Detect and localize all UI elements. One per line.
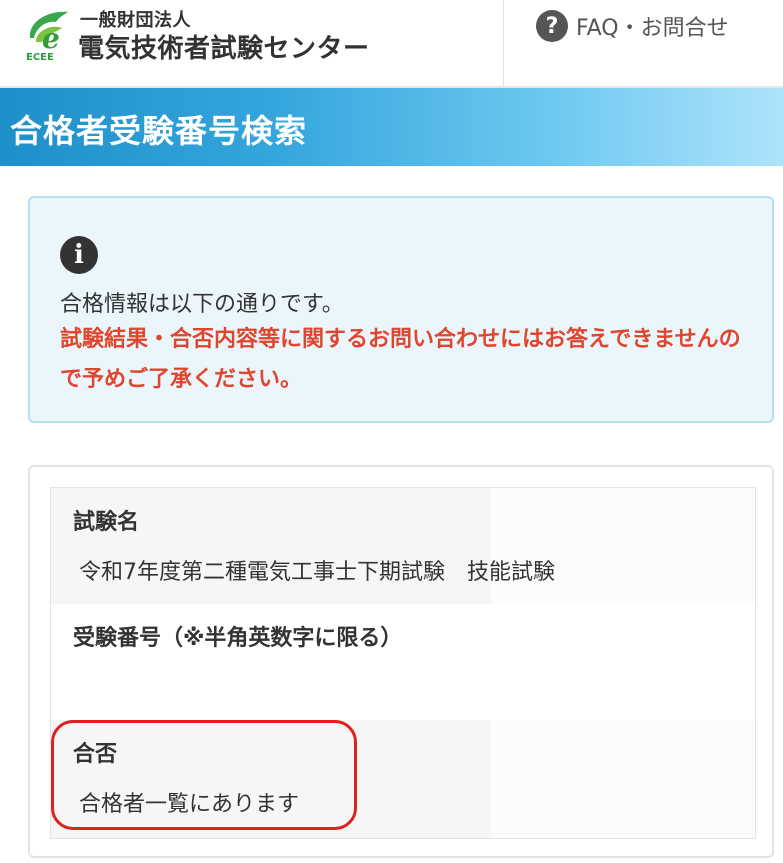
page-title: 合格者受験番号検索 (10, 112, 308, 150)
ecee-logo[interactable]: e ECEE (22, 8, 74, 63)
exam-name-label: 試験名 (73, 510, 140, 535)
question-circle-icon: ? (536, 10, 568, 42)
warning-message: 試験結果・合否内容等に関するお問い合わせにはお答えできませんので予めご了承くださ… (60, 327, 741, 392)
logo-letter: e (42, 22, 60, 55)
logo-text: ECEE (26, 52, 54, 62)
info-message: 合格情報は以下の通りです。 (60, 292, 344, 317)
org-name: 電気技術者試験センター (78, 34, 370, 64)
result-highlight-annotation (51, 720, 357, 830)
exam-name-value: 令和7年度第二種電気工事士下期試験 技能試験 (79, 560, 555, 585)
info-circle-icon: i (60, 236, 98, 274)
faq-contact-label: FAQ・お問合せ (576, 16, 729, 41)
exam-number-label: 受験番号（※半角英数字に限る） (73, 626, 403, 651)
faq-contact-link[interactable]: ? FAQ・お問合せ (536, 8, 729, 44)
nav-separator (503, 0, 504, 88)
exam-number-field: 受験番号（※半角英数字に限る） (51, 604, 755, 720)
page-title-bar: 合格者受験番号検索 (0, 88, 783, 166)
info-alert: i 合格情報は以下の通りです。 試験結果・合否内容等に関するお問い合わせにはお答… (28, 196, 774, 423)
site-header: e ECEE 一般財団法人 電気技術者試験センター ? FAQ・お問合せ (0, 0, 783, 88)
exam-name-field: 試験名 令和7年度第二種電気工事士下期試験 技能試験 (51, 488, 755, 604)
